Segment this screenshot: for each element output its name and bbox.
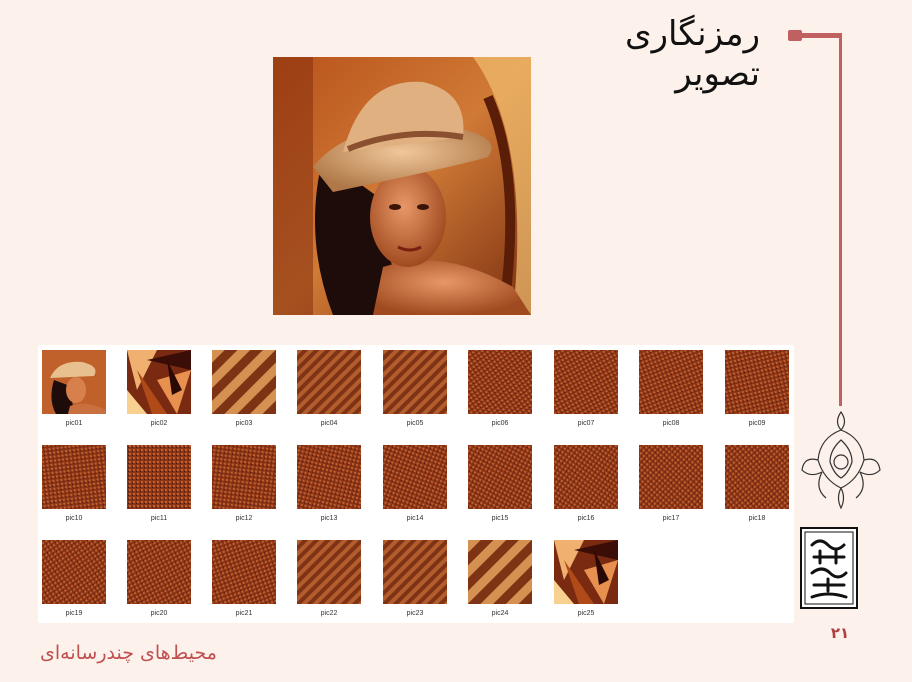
thumbnail-item: pic24 bbox=[467, 540, 533, 624]
thumbnail-item: pic08 bbox=[638, 350, 704, 434]
thumbnail-label: pic03 bbox=[235, 420, 253, 427]
thumbnail-image bbox=[468, 540, 532, 604]
thumbnail-image bbox=[554, 350, 618, 414]
thumbnail-label: pic24 bbox=[491, 610, 509, 617]
thumbnail-label: pic07 bbox=[577, 420, 595, 427]
thumbnail-image bbox=[725, 445, 789, 509]
thumbnail-label: pic02 bbox=[150, 420, 168, 427]
thumbnail-label: pic06 bbox=[491, 420, 509, 427]
thumbnail-item: pic07 bbox=[553, 350, 619, 434]
thumbnail-item: pic03 bbox=[211, 350, 277, 434]
thumbnail-item: pic13 bbox=[296, 445, 362, 529]
thumbnail-label: pic08 bbox=[662, 420, 680, 427]
thumbnail-item: pic21 bbox=[211, 540, 277, 624]
thumbnail-item: pic23 bbox=[382, 540, 448, 624]
page-number: ۲۱ bbox=[830, 624, 850, 642]
thumbnail-image bbox=[383, 540, 447, 604]
thumbnail-item: pic20 bbox=[126, 540, 192, 624]
thumbnail-image bbox=[127, 350, 191, 414]
thumbnail-item: pic16 bbox=[553, 445, 619, 529]
thumbnail-image bbox=[468, 445, 532, 509]
thumbnail-label: pic25 bbox=[577, 610, 595, 617]
thumbnail-image bbox=[42, 350, 106, 414]
footer-title: محیط‌های چندرسانه‌ای bbox=[40, 642, 217, 664]
thumbnail-item: pic06 bbox=[467, 350, 533, 434]
thumbnail-label: pic17 bbox=[662, 515, 680, 522]
thumbnail-image bbox=[725, 350, 789, 414]
thumbnail-label: pic23 bbox=[406, 610, 424, 617]
thumbnail-image bbox=[212, 445, 276, 509]
thumbnail-item: pic10 bbox=[41, 445, 107, 529]
thumbnail-image bbox=[127, 445, 191, 509]
thumbnail-item: pic18 bbox=[724, 445, 790, 529]
thumbnail-image bbox=[212, 350, 276, 414]
thumbnail-label: pic20 bbox=[150, 610, 168, 617]
thumbnail-image bbox=[383, 445, 447, 509]
thumbnail-image bbox=[212, 540, 276, 604]
thumbnail-label: pic04 bbox=[320, 420, 338, 427]
original-image bbox=[273, 57, 531, 315]
thumbnail-label: pic19 bbox=[65, 610, 83, 617]
thumbnail-image bbox=[639, 445, 703, 509]
thumbnail-label: pic16 bbox=[577, 515, 595, 522]
thumbnail-label: pic01 bbox=[65, 420, 83, 427]
thumbnail-image bbox=[297, 540, 361, 604]
thumbnail-item: pic04 bbox=[296, 350, 362, 434]
thumbnail-item: pic25 bbox=[553, 540, 619, 624]
encrypted-images-grid: pic01 pic02 pic03 pic04 pic05 pic06 pic07 pic08… bbox=[38, 345, 794, 623]
thumbnail-image bbox=[554, 445, 618, 509]
thumbnail-item: pic14 bbox=[382, 445, 448, 529]
thumbnail-image bbox=[383, 350, 447, 414]
thumbnail-item: pic17 bbox=[638, 445, 704, 529]
thumbnail-image bbox=[42, 540, 106, 604]
thumbnail-image bbox=[468, 350, 532, 414]
thumbnail-label: pic11 bbox=[150, 515, 168, 522]
floral-ornament-icon bbox=[800, 408, 882, 512]
thumbnail-image bbox=[297, 350, 361, 414]
thumbnail-item: pic05 bbox=[382, 350, 448, 434]
thumbnail-image bbox=[639, 350, 703, 414]
thumbnail-label: pic12 bbox=[235, 515, 253, 522]
thumbnail-label: pic21 bbox=[235, 610, 253, 617]
thumbnail-label: pic09 bbox=[748, 420, 766, 427]
thumbnail-item: pic22 bbox=[296, 540, 362, 624]
thumbnail-label: pic14 bbox=[406, 515, 424, 522]
thumbnail-label: pic15 bbox=[491, 515, 509, 522]
thumbnail-label: pic05 bbox=[406, 420, 424, 427]
accent-line-vertical bbox=[839, 36, 842, 406]
thumbnail-item: pic11 bbox=[126, 445, 192, 529]
thumbnail-image bbox=[42, 445, 106, 509]
thumbnail-item: pic15 bbox=[467, 445, 533, 529]
thumbnail-image bbox=[297, 445, 361, 509]
thumbnail-item: pic19 bbox=[41, 540, 107, 624]
thumbnail-label: pic13 bbox=[320, 515, 338, 522]
university-logo-icon bbox=[800, 527, 858, 609]
thumbnail-label: pic22 bbox=[320, 610, 338, 617]
accent-line-horizontal bbox=[788, 33, 842, 38]
thumbnail-label: pic10 bbox=[65, 515, 83, 522]
thumbnail-image bbox=[554, 540, 618, 604]
thumbnail-item: pic09 bbox=[724, 350, 790, 434]
slide-title: رمزنگاری تصویر bbox=[624, 14, 760, 94]
thumbnail-item: pic01 bbox=[41, 350, 107, 434]
thumbnail-item: pic02 bbox=[126, 350, 192, 434]
thumbnail-label: pic18 bbox=[748, 515, 766, 522]
thumbnail-item: pic12 bbox=[211, 445, 277, 529]
thumbnail-image bbox=[127, 540, 191, 604]
